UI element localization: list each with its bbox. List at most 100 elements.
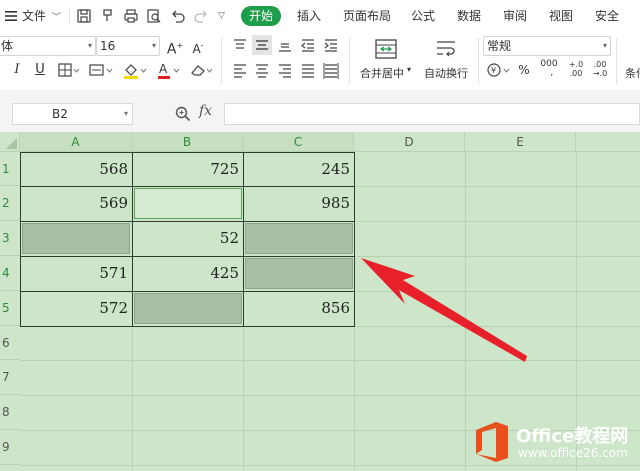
active-cell-b2[interactable] [134, 188, 242, 219]
row-header-7[interactable]: 7 [0, 360, 20, 395]
watermark-url: www.office26.com [518, 446, 628, 460]
fx-icon[interactable]: fx [199, 103, 212, 119]
indent-increase-icon[interactable] [322, 36, 340, 54]
cell-b1[interactable]: 725 [132, 152, 243, 186]
tab-page-layout[interactable]: 页面布局 [343, 0, 391, 32]
red-arrow-annotation [361, 258, 527, 362]
name-box[interactable]: B2 ▾ [12, 103, 133, 125]
conditional-format-label[interactable]: 条件 [625, 65, 640, 81]
thousands-icon[interactable]: 000 , [538, 60, 560, 78]
tab-security[interactable]: 安全 [595, 0, 619, 32]
print-icon[interactable] [123, 8, 139, 24]
underline-icon[interactable]: U [33, 61, 47, 79]
font-name-value: 体 [1, 39, 14, 53]
wrap-text-label: 自动换行 [424, 67, 468, 80]
tab-view[interactable]: 视图 [549, 0, 573, 32]
tab-data-label: 数据 [457, 9, 482, 23]
fill-style-icon[interactable] [88, 61, 114, 79]
redo-icon[interactable] [193, 8, 209, 24]
eraser-icon[interactable] [189, 61, 215, 79]
justify-icon[interactable] [299, 61, 317, 79]
decrease-font-icon[interactable]: A- [189, 37, 207, 56]
tab-data[interactable]: 数据 [457, 0, 481, 32]
cell-c1[interactable]: 245 [243, 152, 354, 186]
chevron-down-icon: ﹀ [52, 13, 62, 23]
tab-security-label: 安全 [595, 9, 620, 23]
cell-a1[interactable]: 568 [20, 152, 132, 186]
percent-icon[interactable]: % [517, 61, 531, 79]
cell-b4[interactable]: 425 [132, 256, 243, 291]
decrease-decimal-icon[interactable]: .00 →.0 [590, 60, 610, 78]
align-middle-icon[interactable] [252, 35, 272, 55]
home-toolbar: 体 ▾ 16 ▾ A+ A- I U A 合并居中 ▾ 自动换行 常规 ▾ ¥ % 00… [0, 32, 640, 90]
watermark-brand: Office教程网 [516, 426, 629, 447]
font-size-select[interactable]: 16 ▾ [96, 36, 160, 56]
menu-icon[interactable] [4, 0, 22, 32]
italic-icon[interactable]: I [10, 61, 24, 79]
blank-cell-c3[interactable] [245, 223, 353, 254]
tab-formulas[interactable]: 公式 [411, 0, 435, 32]
increase-decimal-icon[interactable]: +.0.00 [566, 60, 586, 78]
tab-insert[interactable]: 插入 [297, 0, 321, 32]
indent-decrease-icon[interactable] [299, 36, 317, 54]
save-icon[interactable] [76, 8, 92, 24]
blank-cell-b5[interactable] [134, 293, 242, 324]
select-all-corner[interactable] [0, 132, 20, 152]
column-header-e[interactable]: E [465, 132, 576, 152]
row-header-6[interactable]: 6 [0, 326, 20, 360]
blank-cell-a3[interactable] [22, 223, 130, 254]
column-header-f[interactable] [576, 132, 640, 152]
increase-font-icon[interactable]: A+ [166, 37, 184, 58]
tab-page-layout-label: 页面布局 [343, 9, 392, 23]
wrap-text-button[interactable]: 自动换行 [420, 36, 474, 86]
row-header-2[interactable]: 2 [0, 186, 20, 221]
chevron-down-icon: ▾ [151, 41, 156, 50]
tab-home[interactable]: 开始 [241, 6, 281, 26]
merge-center-label: 合并居中 [360, 67, 404, 80]
file-menu-label: 文件 [22, 9, 47, 23]
tab-home-label: 开始 [248, 9, 273, 23]
chevron-down-icon: ▾ [602, 41, 607, 50]
number-format-select[interactable]: 常规 ▾ [483, 36, 611, 56]
cell-b3[interactable]: 52 [132, 221, 243, 256]
fill-color-icon[interactable] [122, 61, 148, 79]
row-header-8[interactable]: 8 [0, 395, 20, 430]
distributed-icon[interactable] [322, 61, 340, 79]
column-header-a[interactable]: A [20, 132, 132, 152]
row-header-9[interactable]: 9 [0, 430, 20, 465]
cell-a5[interactable]: 572 [20, 291, 132, 326]
cell-c5[interactable]: 856 [243, 291, 354, 326]
font-color-icon[interactable]: A [156, 61, 182, 79]
tab-review[interactable]: 审阅 [503, 0, 527, 32]
border-icon[interactable] [57, 61, 81, 79]
align-right-icon[interactable] [276, 61, 294, 79]
undo-icon[interactable] [170, 8, 186, 24]
formula-bar: B2 ▾ fx [0, 90, 640, 132]
tab-formulas-label: 公式 [411, 9, 436, 23]
align-bottom-icon[interactable] [276, 36, 294, 54]
zoom-search-icon[interactable] [174, 105, 192, 123]
cell-c2[interactable]: 985 [243, 186, 354, 221]
column-header-c[interactable]: C [243, 132, 354, 152]
cell-a2[interactable]: 569 [20, 186, 132, 221]
currency-icon[interactable]: ¥ [486, 61, 514, 79]
merge-center-button[interactable]: 合并居中 ▾ [356, 36, 416, 86]
align-left-icon[interactable] [231, 61, 249, 79]
column-header-b[interactable]: B [132, 132, 243, 152]
align-center-icon[interactable] [253, 61, 271, 79]
row-header-5[interactable]: 5 [0, 291, 20, 326]
column-header-d[interactable]: D [354, 132, 465, 152]
align-top-icon[interactable] [231, 36, 249, 54]
formula-input[interactable] [224, 103, 640, 125]
row-header-1[interactable]: 1 [0, 152, 20, 186]
blank-cell-c4[interactable] [245, 258, 353, 289]
row-header-3[interactable]: 3 [0, 221, 20, 256]
print-preview-icon[interactable] [146, 8, 162, 24]
cell-a4[interactable]: 571 [20, 256, 132, 291]
quick-access-dropdown-icon[interactable]: ▽ [218, 0, 225, 32]
tab-insert-label: 插入 [297, 9, 322, 23]
format-painter-icon[interactable] [100, 8, 116, 24]
row-header-4[interactable]: 4 [0, 256, 20, 291]
file-menu[interactable]: 文件 ﹀ [22, 0, 61, 32]
font-name-select[interactable]: 体 ▾ [0, 36, 96, 56]
